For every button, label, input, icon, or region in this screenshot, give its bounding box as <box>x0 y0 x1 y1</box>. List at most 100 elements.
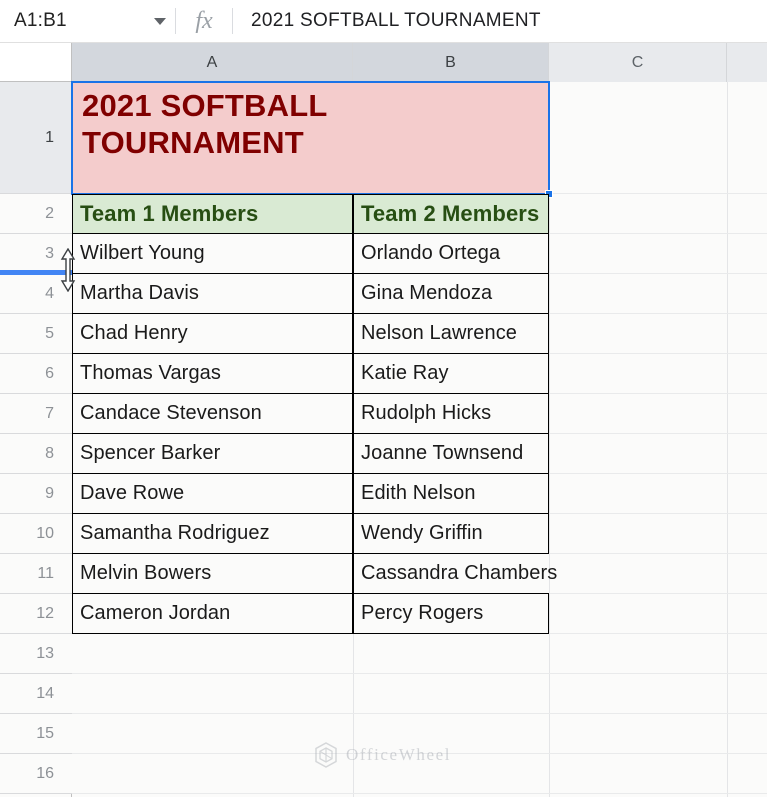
row-header-label: 5 <box>45 324 54 342</box>
row-header-2[interactable]: 2 <box>0 194 72 234</box>
name-box[interactable]: A1:B1 <box>0 0 145 43</box>
row-header-14[interactable]: 14 <box>0 674 72 714</box>
cell-value: Spencer Barker <box>80 442 221 464</box>
cell-value: Edith Nelson <box>361 482 476 504</box>
row-header-label: 3 <box>45 244 54 262</box>
gridline-horizontal <box>72 713 767 714</box>
cell-value: Dave Rowe <box>80 482 185 504</box>
cell-value: Nelson Lawrence <box>361 322 518 344</box>
cell-value: Melvin Bowers <box>80 562 212 584</box>
row-header-label: 9 <box>45 484 54 502</box>
table-row[interactable]: Martha Davis <box>72 274 353 314</box>
row-header-column: 1 2 3 4 5 6 7 8 9 10 11 12 13 14 15 16 <box>0 82 72 797</box>
formula-input[interactable]: 2021 SOFTBALL TOURNAMENT <box>233 0 767 43</box>
cell-value: Cameron Jordan <box>80 602 231 624</box>
row-header-10[interactable]: 10 <box>0 514 72 554</box>
watermark: OfficeWheel <box>313 741 451 769</box>
table-row[interactable]: Cameron Jordan <box>72 594 353 634</box>
cell-value: Martha Davis <box>80 282 200 304</box>
table-row[interactable]: Nelson Lawrence <box>353 314 549 354</box>
column-header-row: A B C D <box>72 43 767 82</box>
row-header-label: 15 <box>36 724 54 742</box>
table-row[interactable]: Rudolph Hicks <box>353 394 549 434</box>
cell-value: Wendy Griffin <box>361 522 483 544</box>
select-all-corner-button[interactable] <box>0 43 72 82</box>
row-header-label: 16 <box>36 764 54 782</box>
row-header-label: 12 <box>36 604 54 622</box>
row-header-16[interactable]: 16 <box>0 754 72 794</box>
row-header-13[interactable]: 13 <box>0 634 72 674</box>
row-header-12[interactable]: 12 <box>0 594 72 634</box>
formula-input-value: 2021 SOFTBALL TOURNAMENT <box>251 10 541 31</box>
row-header-label: 6 <box>45 364 54 382</box>
row-header-7[interactable]: 7 <box>0 394 72 434</box>
table-row[interactable]: Katie Ray <box>353 354 549 394</box>
gridline-horizontal <box>72 793 767 794</box>
column-header-c[interactable]: C <box>549 43 727 82</box>
cell-value: Samantha Rodriguez <box>80 522 270 544</box>
table-row[interactable]: Samantha Rodriguez <box>72 514 353 554</box>
row-header-11[interactable]: 11 <box>0 554 72 594</box>
cell-value: Cassandra Chambers <box>361 562 558 584</box>
table-row[interactable]: Spencer Barker <box>72 434 353 474</box>
table-row[interactable]: Edith Nelson <box>353 474 549 514</box>
row-header-label: 1 <box>45 128 54 146</box>
table-header-label: Team 1 Members <box>80 201 259 226</box>
row-header-label: 4 <box>45 284 54 302</box>
table-row[interactable]: Joanne Townsend <box>353 434 549 474</box>
row-header-label: 10 <box>36 524 54 542</box>
table-row[interactable]: Thomas Vargas <box>72 354 353 394</box>
cell-grid[interactable]: 2021 SOFTBALL TOURNAMENT Team 1 Members Te… <box>71 81 767 797</box>
table-row[interactable]: Orlando Ortega <box>353 234 549 274</box>
table-row[interactable]: Wendy Griffin <box>353 514 549 554</box>
table-header-cell[interactable]: Team 2 Members <box>353 194 549 234</box>
gridline-vertical <box>727 82 728 797</box>
row-resize-indicator <box>0 270 72 275</box>
column-header-d[interactable]: D <box>727 43 767 82</box>
cell-value: Katie Ray <box>361 362 449 384</box>
row-header-3[interactable]: 3 <box>0 234 72 274</box>
row-header-label: 14 <box>36 684 54 702</box>
column-header-label: C <box>631 53 644 71</box>
column-header-b[interactable]: B <box>353 43 549 82</box>
cell-value: Percy Rogers <box>361 602 484 624</box>
row-header-4[interactable]: 4 <box>0 274 72 314</box>
column-header-label: A <box>206 53 218 71</box>
row-header-1[interactable]: 1 <box>0 82 72 194</box>
cell-value: Chad Henry <box>80 322 188 344</box>
table-row[interactable]: Candace Stevenson <box>72 394 353 434</box>
fx-icon[interactable]: fx <box>176 0 232 43</box>
cell-value: Candace Stevenson <box>80 402 262 424</box>
chevron-down-icon <box>154 17 166 25</box>
merged-title-cell[interactable]: 2021 SOFTBALL TOURNAMENT <box>72 82 549 194</box>
row-header-label: 13 <box>36 644 54 662</box>
table-row[interactable]: Percy Rogers <box>353 594 549 634</box>
column-header-label: B <box>445 53 456 71</box>
row-header-6[interactable]: 6 <box>0 354 72 394</box>
column-header-a[interactable]: A <box>72 43 353 82</box>
cell-value: Rudolph Hicks <box>361 402 492 424</box>
gridline-horizontal <box>72 673 767 674</box>
table-row[interactable]: Cassandra Chambers <box>353 554 557 594</box>
name-box-value: A1:B1 <box>14 10 67 31</box>
spreadsheet-grid-area[interactable]: ABCD 12345678910111213141516 2021 SOFTBA… <box>0 43 767 797</box>
table-header-label: Team 2 Members <box>361 201 540 226</box>
table-row[interactable]: Melvin Bowers <box>72 554 353 594</box>
cell-value: Thomas Vargas <box>80 362 221 384</box>
table-row[interactable]: Chad Henry <box>72 314 353 354</box>
watermark-text: OfficeWheel <box>346 745 452 764</box>
row-header-label: 7 <box>45 404 54 422</box>
table-header-cell[interactable]: Team 1 Members <box>72 194 353 234</box>
cell-value: Orlando Ortega <box>361 242 501 264</box>
table-row[interactable]: Wilbert Young <box>72 234 353 274</box>
cell-value: Wilbert Young <box>80 242 205 264</box>
table-row[interactable]: Gina Mendoza <box>353 274 549 314</box>
row-header-5[interactable]: 5 <box>0 314 72 354</box>
name-box-dropdown-button[interactable] <box>145 0 175 43</box>
row-header-label: 2 <box>45 204 54 222</box>
row-header-8[interactable]: 8 <box>0 434 72 474</box>
row-header-15[interactable]: 15 <box>0 714 72 754</box>
row-header-9[interactable]: 9 <box>0 474 72 514</box>
cell-value: Gina Mendoza <box>361 282 493 304</box>
table-row[interactable]: Dave Rowe <box>72 474 353 514</box>
